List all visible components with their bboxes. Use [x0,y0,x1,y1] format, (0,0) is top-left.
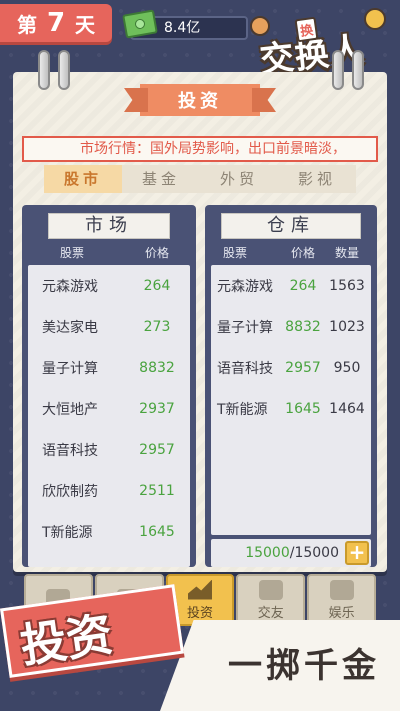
stock-price: 1645 [285,400,321,417]
stock-price: 8832 [285,318,321,335]
binder-ring [58,50,70,90]
storage-row[interactable]: T新能源 1645 1464 [211,388,371,429]
stock-name: 大恒地产 [42,401,98,418]
market-row[interactable]: 量子计算 8832 [28,347,190,388]
day-counter: 第 7 天 [0,4,112,42]
capacity-used: 15000 [245,545,290,561]
market-row[interactable]: 大恒地产 2937 [28,388,190,429]
nav-label: 娱乐 [328,605,355,621]
stock-name: 语音科技 [42,442,98,459]
storage-row[interactable]: 语音科技 2957 950 [211,347,371,388]
nav-label: 交友 [257,605,284,621]
stock-quantity: 1464 [329,400,365,417]
column-quantity: 数量 [334,245,359,260]
stock-price: 2937 [139,400,175,417]
money-value: 8.4亿 [164,20,201,36]
tab-film[interactable]: 影视 [278,165,356,193]
stock-price: 8832 [139,359,175,376]
stock-name: 美达家电 [42,319,98,336]
market-list: 元森游戏 264 美达家电 273 量子计算 8832 大恒地产 2937 语音… [28,265,190,567]
stock-price: 273 [143,318,171,335]
market-news-ticker: 市场行情：国外局势影响，出口前景暗淡， [22,136,378,162]
day-number: 7 [46,8,66,38]
nav-label: 投资 [186,605,213,621]
stock-price: 264 [143,277,171,294]
stock-quantity: 1023 [329,318,365,335]
promo-title: 投资 [17,606,116,674]
stock-name: T新能源 [217,401,268,418]
stock-name: 元森游戏 [42,278,98,295]
column-price: 价格 [290,245,315,260]
nav-entertainment[interactable]: 娱乐 [307,574,376,626]
market-row[interactable]: T新能源 1645 [28,511,190,552]
expand-storage-button[interactable]: + [345,541,369,565]
tab-stocks[interactable]: 股市 [44,165,122,193]
stock-price: 2957 [285,359,321,376]
nav-friends[interactable]: 交友 [236,574,306,626]
stock-quantity: 1563 [329,277,365,294]
storage-header: 股票 价格 数量 [211,239,371,265]
stock-name: 元森游戏 [217,278,273,295]
chart-icon [187,579,212,600]
market-title: 市场 [48,213,170,239]
stock-price: 2957 [139,441,175,458]
market-row[interactable]: 欣欣制药 2511 [28,470,190,511]
storage-title: 仓库 [221,213,361,239]
tab-trade[interactable]: 外贸 [200,165,278,193]
club-icon [329,579,354,600]
market-row[interactable]: 元森游戏 264 [28,265,190,306]
promo-slogan: 一掷千金 [228,646,380,686]
capacity-total: 15000 [294,545,339,561]
storage-row[interactable]: 元森游戏 264 1563 [211,265,371,306]
hearts-icon [258,579,283,600]
market-row[interactable]: 语音科技 2957 [28,429,190,470]
stock-name: 量子计算 [217,319,273,336]
storage-list: 元森游戏 264 1563 量子计算 8832 1023 语音科技 2957 9… [211,265,371,535]
storage-capacity: 15000/15000 + [211,539,371,567]
market-row[interactable]: 美达家电 273 [28,306,190,347]
investment-tabs: 股市 基金 外贸 影视 [44,165,356,193]
market-header: 股票 价格 [28,239,190,265]
column-stock: 股票 [60,245,85,260]
stock-price: 2511 [139,482,175,499]
storage-panel: 仓库 股票 价格 数量 元森游戏 264 1563 量子计算 8832 1023… [205,205,377,567]
stock-price: 264 [289,277,317,294]
binder-ring [332,50,344,90]
stock-name: 量子计算 [42,360,98,377]
stock-price: 1645 [139,523,175,540]
day-suffix: 天 [75,12,96,37]
market-panel: 市场 股票 价格 元森游戏 264 美达家电 273 量子计算 8832 大恒地… [22,205,196,567]
tab-funds[interactable]: 基金 [122,165,200,193]
storage-row[interactable]: 量子计算 8832 1023 [211,306,371,347]
column-price: 价格 [144,245,169,260]
day-prefix: 第 [16,12,37,37]
column-stock: 股票 [223,245,248,260]
logo-badge: 换 [294,16,319,43]
binder-ring [352,50,364,90]
stock-name: T新能源 [42,524,93,541]
binder-ring [38,50,50,90]
stock-quantity: 950 [333,359,361,376]
stock-name: 语音科技 [217,360,273,377]
section-title: 投资 [140,84,260,116]
stock-name: 欣欣制药 [42,483,98,500]
